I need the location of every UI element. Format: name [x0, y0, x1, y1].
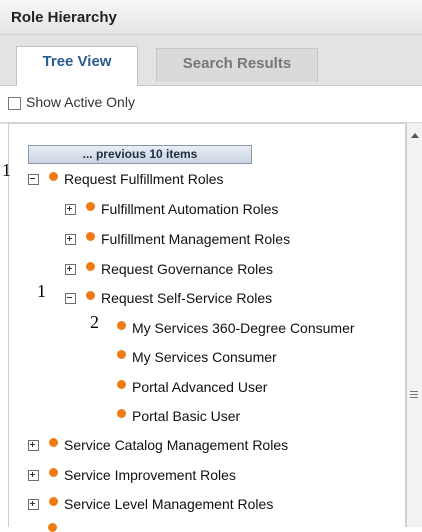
- role-node-icon: [49, 437, 58, 447]
- tree-node-service-catalog-management-roles[interactable]: Service Catalog Management Roles: [28, 434, 288, 456]
- role-node-icon: [86, 261, 95, 271]
- tree-node-my-services-consumer[interactable]: My Services Consumer: [117, 346, 277, 368]
- expand-icon[interactable]: [28, 498, 39, 510]
- scroll-up-arrow-icon[interactable]: [411, 133, 419, 138]
- expand-icon[interactable]: [65, 263, 76, 275]
- role-node-icon: [49, 171, 58, 181]
- vertical-scrollbar[interactable]: [406, 123, 422, 527]
- tree-node-label[interactable]: My Services 360-Degree Consumer: [132, 320, 355, 336]
- tree-node-service-level-management-roles[interactable]: Service Level Management Roles: [28, 493, 273, 515]
- tree-node-fulfillment-management-roles[interactable]: Fulfillment Management Roles: [65, 228, 290, 250]
- annotation-marker: 2: [90, 312, 99, 332]
- expand-icon[interactable]: [65, 203, 76, 215]
- role-node-icon: [86, 290, 95, 300]
- expand-icon[interactable]: [28, 439, 39, 451]
- tree-node-label[interactable]: Fulfillment Automation Roles: [101, 201, 278, 217]
- tree-node-request-self-service-roles[interactable]: Request Self-Service Roles: [65, 287, 272, 309]
- role-node-icon: [49, 467, 58, 477]
- expand-icon[interactable]: [28, 469, 39, 481]
- role-node-icon: [86, 231, 95, 241]
- expand-icon[interactable]: [65, 233, 76, 245]
- role-node-icon: [117, 379, 126, 389]
- tree-node-label[interactable]: Portal Basic User: [132, 408, 240, 424]
- tree-node-label[interactable]: My Services Consumer: [132, 349, 277, 365]
- previous-items-button[interactable]: ... previous 10 items: [28, 145, 252, 164]
- role-node-icon: [117, 320, 126, 330]
- tree-node-portal-basic-user[interactable]: Portal Basic User: [117, 405, 240, 427]
- tab-bar: Tree View Search Results: [0, 35, 422, 86]
- panel-title: Role Hierarchy: [11, 9, 117, 26]
- collapse-icon[interactable]: [28, 173, 39, 185]
- tree-node-request-fulfillment-roles[interactable]: Request Fulfillment Roles: [28, 168, 224, 190]
- role-node-icon: [48, 523, 57, 532]
- tree-node-label[interactable]: Service Catalog Management Roles: [64, 437, 288, 453]
- show-active-only-label[interactable]: Show Active Only: [26, 94, 135, 110]
- tree-node-service-improvement-roles[interactable]: Service Improvement Roles: [28, 464, 236, 486]
- role-node-icon: [117, 408, 126, 418]
- panel-header: Role Hierarchy: [0, 0, 422, 35]
- show-active-only-checkbox[interactable]: [8, 97, 21, 110]
- tab-tree-view[interactable]: Tree View: [16, 46, 138, 86]
- annotation-marker: 1: [37, 281, 46, 301]
- tree-node-portal-advanced-user[interactable]: Portal Advanced User: [117, 376, 267, 398]
- role-node-icon: [86, 201, 95, 211]
- tree-node-label[interactable]: Fulfillment Management Roles: [101, 231, 290, 247]
- tree-node-fulfillment-automation-roles[interactable]: Fulfillment Automation Roles: [65, 198, 278, 220]
- tree-node-label[interactable]: Service Level Management Roles: [64, 496, 273, 512]
- tree-node-my-services-360-degree-consumer[interactable]: My Services 360-Degree Consumer: [117, 317, 355, 339]
- role-node-icon: [49, 496, 58, 506]
- annotation-marker: 1: [2, 160, 11, 180]
- tree-node-request-governance-roles[interactable]: Request Governance Roles: [65, 258, 273, 280]
- filter-row: Show Active Only: [0, 86, 422, 123]
- tab-search-results[interactable]: Search Results: [156, 48, 318, 82]
- tree-node-label[interactable]: Portal Advanced User: [132, 379, 267, 395]
- role-node-icon: [117, 349, 126, 359]
- tree-node-label[interactable]: Service Improvement Roles: [64, 467, 236, 483]
- collapse-icon[interactable]: [65, 292, 76, 304]
- tree-node-label[interactable]: Request Governance Roles: [101, 261, 273, 277]
- scroll-grip-icon[interactable]: [410, 391, 418, 400]
- tree-node-label[interactable]: Request Fulfillment Roles: [64, 171, 224, 187]
- tree-node-label[interactable]: Request Self-Service Roles: [101, 290, 272, 306]
